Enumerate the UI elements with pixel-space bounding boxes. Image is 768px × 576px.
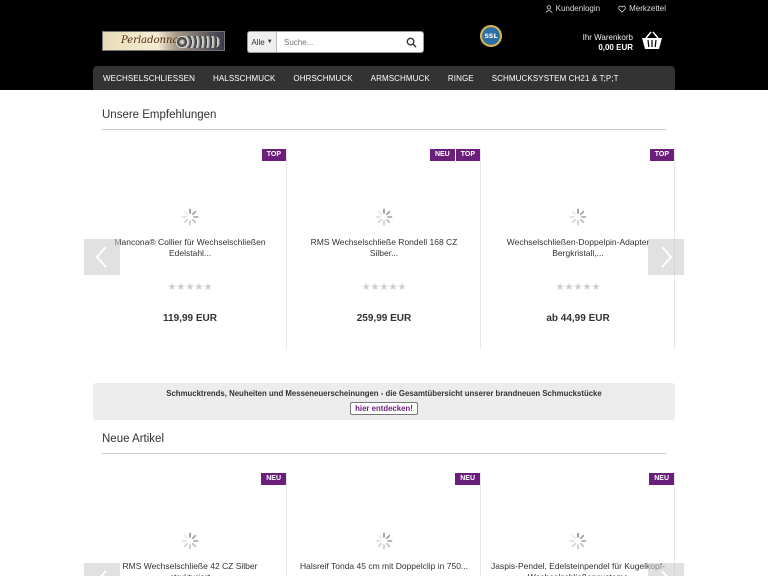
chevron-right-icon [661,246,673,268]
nav-item-halsschmuck[interactable]: Halsschmuck [213,74,275,83]
discover-button[interactable]: hier entdecken! [350,402,418,415]
loading-spinner-icon [375,208,393,226]
nav-item-wechselschliessen[interactable]: Wechselschliessen [103,74,195,83]
wishlist-link[interactable]: Merkzettel [618,4,666,13]
loading-spinner-icon [375,532,393,550]
product-price: 119,99 EUR [163,313,217,324]
promo-banner: Schmucktrends, Neuheiten und Messeneuers… [93,383,675,420]
ssl-seal: SSL [480,25,502,47]
loading-spinner-icon [569,532,587,550]
divider [102,453,666,454]
loading-spinner-icon [181,532,199,550]
badge-new: NEU [649,473,674,485]
section-title-recommendations: Unsere Empfehlungen [102,109,217,121]
product-name[interactable]: RMS Wechselschließe Rondell 168 CZ Silbe… [297,237,471,259]
carousel-next-button[interactable] [648,239,684,275]
rating-stars: ★★★★★ [361,282,407,293]
caret-down-icon: ▼ [266,39,273,45]
chevron-left-icon [95,246,107,268]
badge-group: TOP [261,149,286,161]
cart-label: Ihr Warenkorb [582,33,633,42]
top-bar: Kundenlogin Merkzettel [0,0,768,18]
heart-icon [618,5,626,13]
cart-summary[interactable]: Ihr Warenkorb 0,00 EUR [583,33,633,53]
product-price: 259,99 EUR [356,313,412,324]
product-card[interactable]: NEU TOP RMS Wechselschließe Rondell 168 … [287,149,481,349]
product-name[interactable]: RMS Wechselschließe 42 CZ Silber struktu… [103,561,277,576]
loading-spinner-icon [569,208,587,226]
product-card[interactable]: TOP Mancona® Collier für Wechselschließe… [93,149,287,349]
basket-icon[interactable] [641,31,663,51]
badge-top: TOP [649,149,674,161]
product-card[interactable]: NEU RMS Wechselschließe 42 CZ Silber str… [93,473,287,576]
search-category-select[interactable]: Alle ▼ [248,32,277,52]
rating-stars: ★★★★★ [555,282,601,293]
header: Perladonna Alle ▼ SSL Ihr Warenkorb 0,00… [0,18,768,90]
nav-item-armschmuck[interactable]: Armschmuck [371,74,430,83]
rating-stars: ★★★★★ [167,282,213,293]
cart-total: 0,00 EUR [598,43,633,52]
carousel-prev-button[interactable] [84,563,120,576]
product-name[interactable]: Wechselschließen-Doppelpin-Adapter Bergk… [491,237,665,259]
logo[interactable]: Perladonna [102,31,225,51]
divider [102,129,666,130]
user-icon [545,4,553,13]
badge-group: NEU TOP [429,149,480,161]
product-card[interactable]: TOP Wechselschließen-Doppelpin-Adapter B… [481,149,675,349]
ssl-label: SSL [484,32,498,40]
product-card[interactable]: NEU Halsreif Tonda 45 cm mit Doppelclip … [287,473,481,576]
badge-top: TOP [455,149,480,161]
product-price: ab 44,99 EUR [546,313,610,324]
login-link[interactable]: Kundenlogin [545,4,600,13]
account-links: Kundenlogin Merkzettel [545,4,666,13]
badge-group: TOP [649,149,674,161]
login-label: Kundenlogin [555,4,601,13]
main-nav: Wechselschliessen Halsschmuck Ohrschmuck… [93,66,675,90]
section-title-new-articles: Neue Artikel [102,433,165,445]
search-button[interactable] [399,32,423,52]
chevron-right-icon [661,570,668,576]
pearls-graphic [176,36,220,48]
nav-item-schmucksystem[interactable]: Schmucksystem CH21 & T;P;T [492,74,619,83]
carousel-prev-button[interactable] [84,239,120,275]
product-name[interactable]: Jaspis-Pendel, Edelsteinpendel für Kugel… [491,561,665,576]
loading-spinner-icon [181,208,199,226]
search-input[interactable] [277,32,399,52]
carousel-next-button[interactable] [648,563,684,576]
product-name[interactable]: Mancona® Collier für Wechselschließen Ed… [103,237,277,259]
badge-new: NEU [429,149,455,161]
chevron-left-icon [100,570,107,576]
badge-group: NEU [455,473,480,485]
product-card[interactable]: NEU Jaspis-Pendel, Edelsteinpendel für K… [481,473,675,576]
search-icon [406,37,417,48]
product-name[interactable]: Halsreif Tonda 45 cm mit Doppelclip in 7… [297,561,471,572]
badge-top: TOP [261,149,286,161]
banner-text: Schmucktrends, Neuheiten und Messeneuers… [166,389,602,398]
logo-text: Perladonna [121,35,179,46]
nav-item-ohrschmuck[interactable]: Ohrschmuck [293,74,352,83]
badge-new: NEU [455,473,480,485]
badge-new: NEU [261,473,286,485]
badge-group: NEU [649,473,674,485]
badge-group: NEU [261,473,286,485]
search-bar: Alle ▼ [247,31,424,53]
nav-item-ringe[interactable]: Ringe [448,74,474,83]
wishlist-label: Merkzettel [629,4,666,13]
search-category-value: Alle [251,37,265,47]
